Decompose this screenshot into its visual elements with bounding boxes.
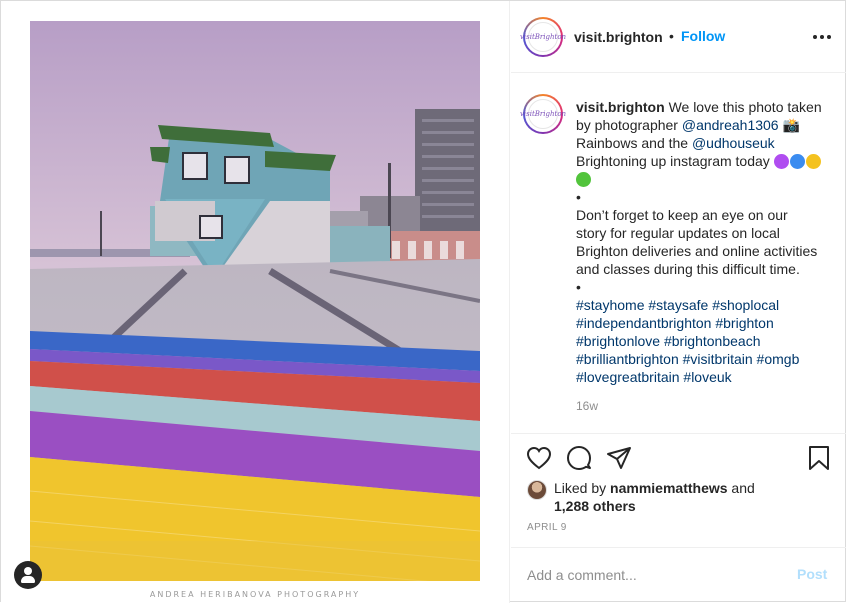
hashtag-link[interactable]: #lovegreatbritain: [576, 369, 680, 385]
post-comment-button[interactable]: Post: [797, 566, 827, 582]
hashtag-link[interactable]: #brightonbeach: [664, 333, 761, 349]
likes-count[interactable]: 1,288 others: [554, 498, 636, 514]
post-photo[interactable]: [30, 21, 480, 581]
hashtag-link[interactable]: #brilliantbrighton: [576, 351, 679, 367]
photo-credit: ANDREA HERIBANOVA PHOTOGRAPHY: [149, 590, 361, 599]
heart-icon[interactable]: [525, 444, 553, 472]
avatar-logo: visitBrighton: [520, 22, 566, 52]
hashtag-link[interactable]: #independantbrighton: [576, 315, 711, 331]
more-options-icon[interactable]: [813, 31, 831, 43]
mention-link[interactable]: @udhouseuk: [692, 135, 775, 151]
comment-input[interactable]: [527, 564, 777, 586]
instagram-post: ANDREA HERIBANOVA PHOTOGRAPHY visitBrigh…: [0, 0, 846, 603]
hashtag-link[interactable]: #staysafe: [648, 297, 708, 313]
hashtag-link[interactable]: #brighton: [715, 315, 773, 331]
hashtag-link[interactable]: #loveuk: [683, 369, 731, 385]
caption-bullet: •: [576, 279, 581, 295]
post-caption: visit.brighton We love this photo taken …: [576, 98, 834, 386]
liker-avatar[interactable]: [527, 480, 547, 500]
bookmark-icon[interactable]: [805, 444, 833, 472]
post-media: ANDREA HERIBANOVA PHOTOGRAPHY: [1, 1, 510, 603]
caption-avatar[interactable]: visitBrighton: [520, 94, 566, 134]
header-separator: •: [669, 28, 674, 44]
profile-avatar[interactable]: visitBrighton: [520, 17, 566, 57]
action-bar: [511, 434, 846, 482]
caption-text: Don’t forget to keep an eye on our: [576, 207, 788, 223]
caption-text: by photographer: [576, 117, 682, 133]
avatar-logo: visitBrighton: [520, 99, 566, 129]
likes-prefix: Liked by: [554, 480, 611, 496]
post-header: visitBrighton visit.brighton • Follow: [511, 1, 846, 73]
header-username[interactable]: visit.brighton: [574, 29, 663, 45]
caption-text: and classes during this difficult time.: [576, 261, 800, 277]
caption-text: Brightoning up instagram today: [576, 153, 770, 169]
mention-link[interactable]: @andreah1306: [682, 117, 779, 133]
yellow-heart-icon: [805, 154, 821, 169]
caption-bullet: •: [576, 189, 581, 205]
post-date[interactable]: APRIL 9: [527, 522, 567, 533]
person-icon[interactable]: [14, 561, 42, 589]
hashtag-link[interactable]: #visitbritain: [683, 351, 753, 367]
likes-and: and: [727, 480, 755, 496]
green-heart-icon: [576, 172, 591, 187]
hashtag-link[interactable]: #omgb: [757, 351, 800, 367]
comments-section: visitBrighton visit.brighton We love thi…: [511, 74, 846, 434]
caption-text: We love this photo taken: [668, 99, 822, 115]
purple-heart-icon: [773, 154, 789, 169]
camera-emoji: 📸: [782, 117, 800, 133]
caption-username[interactable]: visit.brighton: [576, 99, 665, 115]
blue-heart-icon: [789, 154, 805, 169]
follow-button[interactable]: Follow: [681, 28, 725, 44]
share-icon[interactable]: [605, 444, 633, 472]
hashtag-link[interactable]: #shoplocal: [712, 297, 779, 313]
liker-username[interactable]: nammiematthews: [610, 480, 727, 496]
caption-text: story for regular updates on local: [576, 225, 780, 241]
hashtag-link[interactable]: #brightonlove: [576, 333, 660, 349]
post-sidebar: visitBrighton visit.brighton • Follow vi…: [511, 1, 846, 603]
caption-text: Brighton deliveries and online activitie…: [576, 243, 818, 259]
caption-timestamp[interactable]: 16w: [576, 399, 598, 413]
comment-icon[interactable]: [565, 444, 593, 472]
hashtag-link[interactable]: #stayhome: [576, 297, 644, 313]
caption-text: Rainbows and the: [576, 135, 692, 151]
add-comment-bar: Post: [511, 547, 846, 602]
